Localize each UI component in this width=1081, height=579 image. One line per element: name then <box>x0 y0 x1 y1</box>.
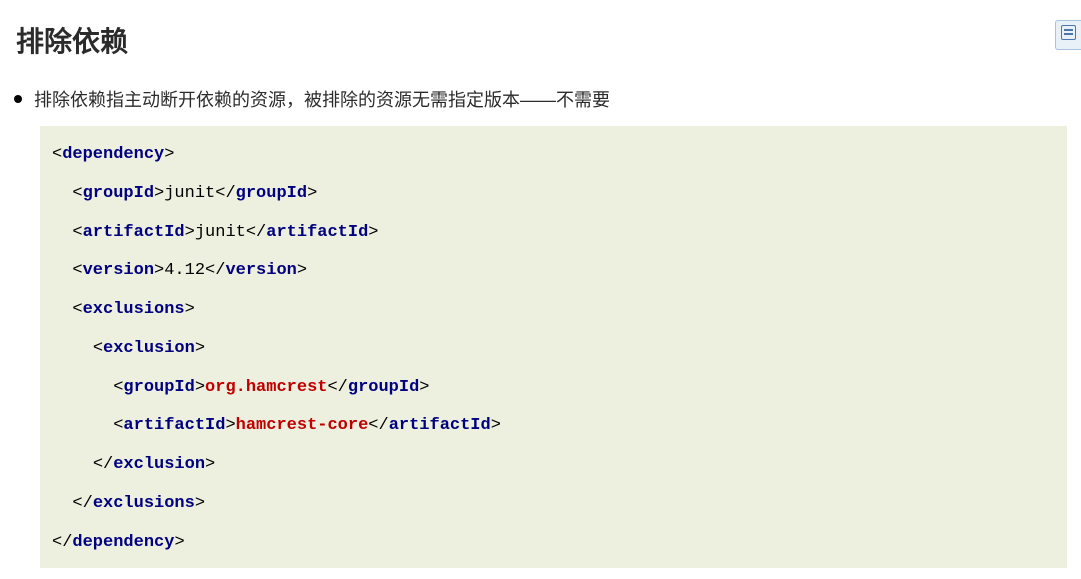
bullet-dot-icon <box>14 95 22 103</box>
page-title: 排除依赖 <box>16 20 1067 60</box>
code-line: <artifactId>junit</artifactId> <box>52 214 1055 253</box>
code-line: <groupId>org.hamcrest</groupId> <box>52 369 1055 408</box>
code-line: </dependency> <box>52 524 1055 563</box>
code-line: <artifactId>hamcrest-core</artifactId> <box>52 407 1055 446</box>
code-line: <exclusions> <box>52 291 1055 330</box>
side-panel-toggle[interactable] <box>1055 20 1081 50</box>
code-line: <version>4.12</version> <box>52 252 1055 291</box>
code-line: <groupId>junit</groupId> <box>52 175 1055 214</box>
bullet-text: 排除依赖指主动断开依赖的资源，被排除的资源无需指定版本——不需要 <box>34 86 610 112</box>
code-line: </exclusion> <box>52 446 1055 485</box>
code-line: <dependency> <box>52 136 1055 175</box>
notes-icon <box>1061 25 1076 40</box>
code-line: <exclusion> <box>52 330 1055 369</box>
bullet-item: 排除依赖指主动断开依赖的资源，被排除的资源无需指定版本——不需要 <box>14 86 1067 112</box>
code-line: </exclusions> <box>52 485 1055 524</box>
code-block: <dependency> <groupId>junit</groupId> <a… <box>40 126 1067 568</box>
page: 排除依赖 排除依赖指主动断开依赖的资源，被排除的资源无需指定版本——不需要 <d… <box>0 0 1081 568</box>
